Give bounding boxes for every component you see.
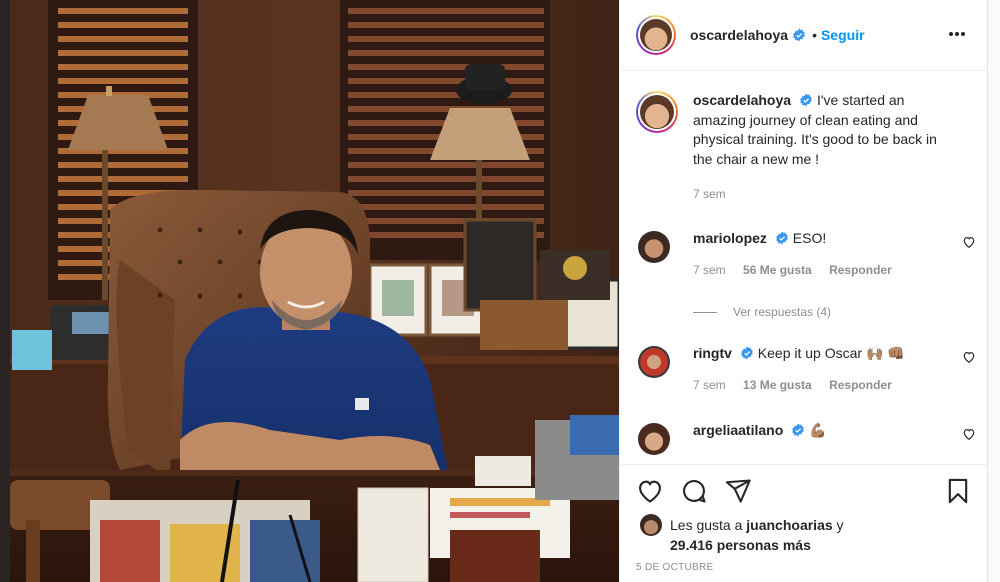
verified-badge-icon	[800, 93, 812, 107]
share-icon[interactable]	[724, 477, 752, 505]
verified-badge-icon	[776, 231, 788, 245]
post-date[interactable]: 5 DE OCTUBRE	[636, 562, 714, 573]
heart-icon[interactable]	[962, 427, 976, 441]
comment-text: 💪🏽	[809, 422, 827, 438]
comment-meta: 7 sem 56 Me gusta Responder	[693, 261, 953, 281]
comment-body: mariolopez ESO! 7 sem 56 Me gusta Respon…	[693, 229, 953, 280]
caption-body: oscardelahoya I've started an amazing jo…	[693, 91, 953, 205]
caption-avatar[interactable]	[636, 91, 678, 133]
reply-button[interactable]: Responder	[829, 263, 892, 277]
comment-likes[interactable]: 56 Me gusta	[743, 263, 812, 277]
follow-button[interactable]: Seguir	[821, 27, 865, 43]
liker-username[interactable]: juanchoarias	[746, 517, 832, 533]
comment-username[interactable]: argeliaatilano	[693, 422, 783, 438]
verified-badge-icon	[792, 423, 805, 437]
action-bar	[620, 464, 988, 519]
likes-line: Les gusta a juanchoarias y	[670, 515, 844, 535]
heart-icon[interactable]	[636, 477, 664, 505]
replies-divider	[693, 311, 717, 313]
commenter-avatar[interactable]	[636, 229, 672, 265]
author-avatar[interactable]	[636, 15, 676, 55]
commenter-avatar[interactable]	[636, 344, 672, 380]
comment-text: Keep it up Oscar 🙌🏽 👊🏽	[757, 345, 905, 361]
likes-suffix: y	[832, 517, 844, 533]
comment-body: ringtv Keep it up Oscar 🙌🏽 👊🏽 7 sem 13 M…	[693, 344, 953, 395]
heart-icon[interactable]	[962, 350, 976, 364]
reply-button[interactable]: Responder	[829, 378, 892, 392]
view-replies-label[interactable]: Ver respuestas (4)	[733, 305, 831, 319]
bookmark-icon[interactable]	[944, 477, 972, 505]
post-header: oscardelahoya • Seguir	[620, 0, 988, 71]
comment-text: ESO!	[792, 230, 827, 246]
more-options-icon[interactable]	[948, 22, 966, 46]
comment-username[interactable]: ringtv	[693, 345, 732, 361]
post-photo-illustration	[10, 0, 619, 582]
heart-icon[interactable]	[962, 235, 976, 249]
author-username[interactable]: oscardelahoya	[690, 27, 788, 43]
comments-list[interactable]: oscardelahoya I've started an amazing jo…	[620, 71, 988, 464]
comment-icon[interactable]	[680, 477, 708, 505]
likes-prefix: Les gusta a	[670, 517, 747, 533]
caption-meta: 7 sem	[693, 185, 953, 205]
likes-count[interactable]: 29.416 personas más	[670, 535, 811, 555]
commenter-avatar[interactable]	[636, 421, 672, 457]
comment-time[interactable]: 7 sem	[693, 378, 726, 392]
caption-time[interactable]: 7 sem	[693, 187, 726, 201]
comment-meta: 7 sem 13 Me gusta Responder	[693, 376, 953, 396]
liker-avatar[interactable]	[640, 514, 662, 536]
right-scrollbar-edge	[987, 0, 1000, 582]
separator-dot: •	[812, 27, 817, 43]
comment-body: argeliaatilano 💪🏽	[693, 421, 953, 441]
comment-username[interactable]: mariolopez	[693, 230, 767, 246]
comment-time[interactable]: 7 sem	[693, 263, 726, 277]
post-side-panel: oscardelahoya • Seguir oscardelahoya I'v…	[619, 0, 988, 582]
caption-username[interactable]: oscardelahoya	[693, 92, 791, 108]
left-background-strip	[0, 0, 10, 582]
view-replies-button[interactable]: Ver respuestas (4)	[693, 305, 831, 319]
post-photo[interactable]	[10, 0, 619, 582]
comment-likes[interactable]: 13 Me gusta	[743, 378, 812, 392]
verified-badge-icon	[793, 28, 805, 42]
verified-badge-icon	[741, 346, 753, 360]
